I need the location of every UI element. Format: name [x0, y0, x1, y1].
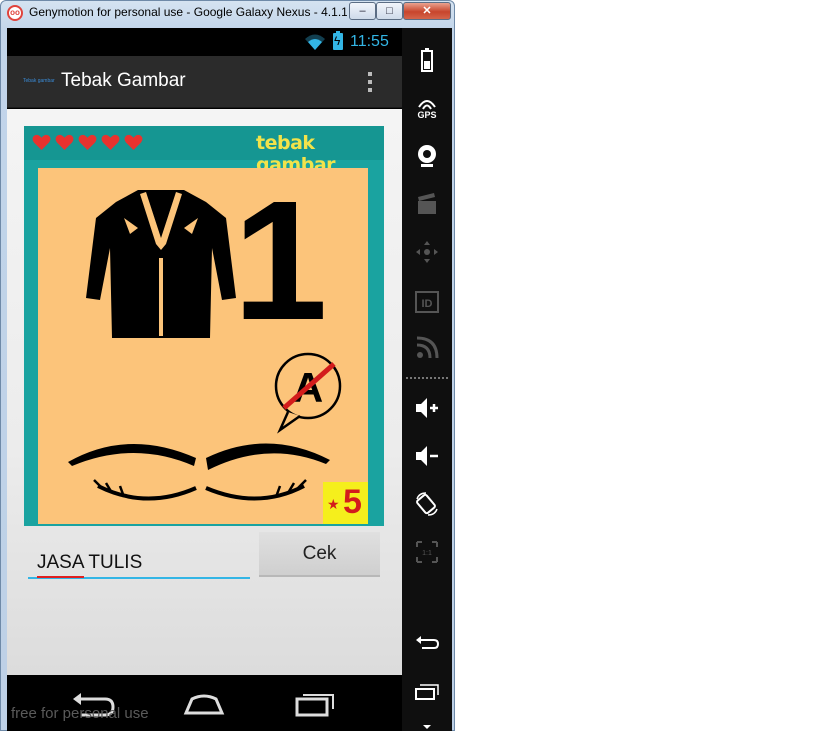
heart-icon	[124, 134, 143, 151]
recents-icon[interactable]	[293, 691, 337, 717]
lives-hearts	[32, 134, 143, 152]
recents-icon	[415, 684, 439, 700]
back-icon	[416, 636, 440, 649]
gps-label: GPS	[417, 110, 437, 120]
gps-tool[interactable]: GPS	[402, 86, 452, 126]
minimize-button[interactable]: –	[349, 2, 376, 20]
points-value: 5	[343, 483, 362, 521]
id-icon: ID	[415, 291, 439, 313]
eyes-icon	[68, 443, 330, 501]
puzzle-picture: 1 A	[38, 168, 368, 524]
app-title: Tebak Gambar	[61, 70, 186, 91]
heart-icon	[55, 134, 74, 151]
battery-tool[interactable]	[402, 40, 452, 80]
volume-up-tool[interactable]	[402, 388, 452, 428]
clock: 11:55	[350, 33, 389, 50]
volume-down-icon	[416, 446, 438, 466]
menu-down-tool[interactable]	[402, 704, 452, 731]
game-content: tebak gambar 1 A	[7, 109, 402, 675]
check-button[interactable]: Cek	[259, 532, 380, 577]
volume-up-icon	[416, 398, 438, 418]
volume-down-tool[interactable]	[402, 436, 452, 476]
star-icon: ★	[327, 496, 340, 512]
media-tool[interactable]	[402, 184, 452, 224]
rotate-icon	[416, 492, 438, 516]
menu-down-icon	[423, 725, 431, 729]
maximize-button[interactable]: □	[376, 2, 403, 20]
navigation-bar: free for personal use	[7, 675, 402, 731]
rss-tool[interactable]	[402, 328, 452, 368]
speech-bubble-icon: A	[274, 352, 342, 434]
window-titlebar[interactable]: oo Genymotion for personal use - Google …	[1, 1, 454, 25]
status-bar: ϟ 11:55	[7, 28, 402, 56]
action-bar: Tebak gambar Tebak Gambar	[7, 56, 402, 108]
puzzle-card: tebak gambar 1 A	[24, 126, 384, 526]
genymotion-logo-icon: oo	[7, 5, 23, 21]
genymotion-window: oo Genymotion for personal use - Google …	[0, 0, 455, 731]
window-title: Genymotion for personal use - Google Gal…	[29, 5, 347, 19]
heart-icon	[78, 134, 97, 151]
watermark-text: free for personal use	[11, 705, 149, 722]
suit-jacket-icon	[86, 190, 236, 338]
svg-text:ID: ID	[422, 298, 433, 310]
scale-tool[interactable]: 1:1	[402, 532, 452, 572]
toolbar-divider	[406, 377, 448, 379]
heart-icon	[101, 134, 120, 151]
webcam-icon	[418, 145, 436, 167]
close-button[interactable]: ✕	[403, 2, 451, 20]
clue-number: 1	[233, 166, 328, 356]
svg-text:1:1: 1:1	[422, 550, 432, 557]
scale-icon: 1:1	[416, 541, 438, 563]
home-icon[interactable]	[182, 691, 226, 717]
battery-icon	[421, 48, 433, 72]
wifi-icon	[305, 34, 325, 50]
media-icon	[418, 193, 436, 214]
genymotion-toolbar: GPS ID 1:1	[402, 28, 452, 731]
id-tool[interactable]: ID	[402, 282, 452, 322]
puzzle-header: tebak gambar	[24, 126, 384, 176]
battery-charging-icon: ϟ	[333, 31, 343, 50]
rss-icon	[416, 336, 439, 359]
android-screen: ϟ 11:55 Tebak gambar Tebak Gambar tebak …	[7, 28, 402, 731]
overflow-menu-icon[interactable]	[363, 70, 377, 94]
heart-icon	[32, 134, 51, 151]
rotate-tool[interactable]	[402, 484, 452, 524]
points-badge: ★ 5	[323, 482, 368, 524]
webcam-tool[interactable]	[402, 136, 452, 176]
back-tool[interactable]	[402, 624, 452, 664]
dpad-icon	[416, 241, 438, 263]
dpad-tool[interactable]	[402, 232, 452, 272]
spellcheck-underline	[37, 576, 84, 578]
app-logo[interactable]: Tebak gambar	[23, 78, 55, 84]
spellcheck-overlay	[28, 549, 250, 579]
